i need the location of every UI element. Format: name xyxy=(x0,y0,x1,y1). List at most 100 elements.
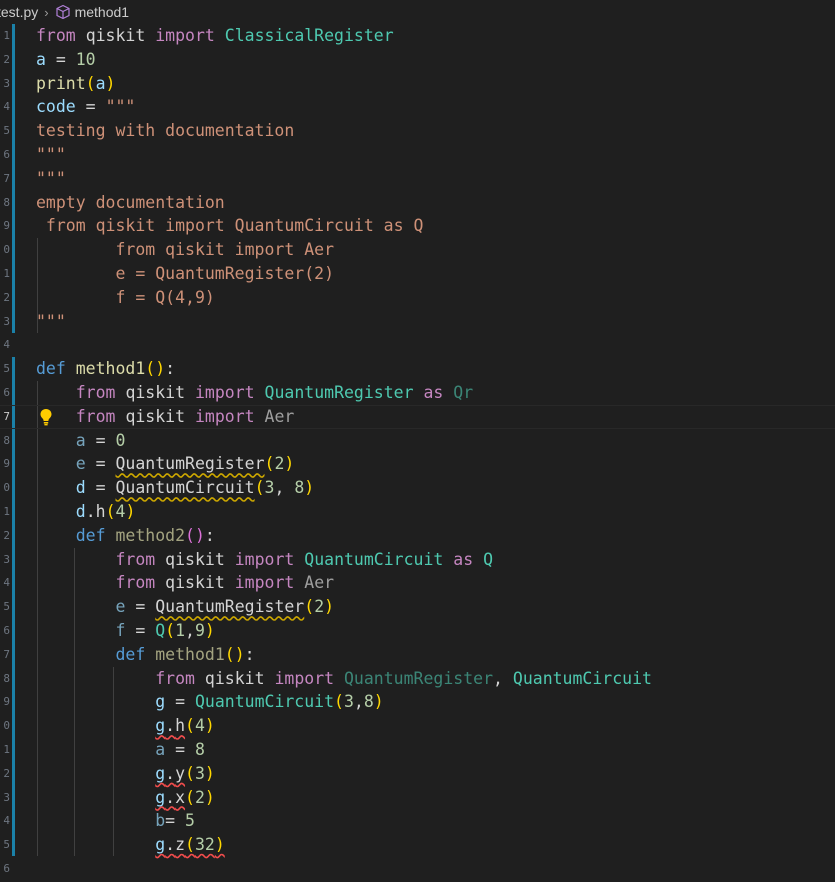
code-line[interactable]: empty documentation xyxy=(36,191,835,215)
code-line[interactable]: def method1(): xyxy=(36,643,835,667)
token: import xyxy=(234,549,295,569)
breadcrumb-symbol-label: method1 xyxy=(74,4,130,20)
code-line[interactable]: """ xyxy=(36,143,835,167)
token: QuantumCircuit xyxy=(304,549,444,569)
token: 0 xyxy=(115,430,126,450)
breadcrumb-file[interactable]: test.py xyxy=(0,4,38,20)
code-line[interactable]: """ xyxy=(36,167,835,191)
token: QuantumCircuit xyxy=(115,478,255,498)
token: d xyxy=(75,478,86,498)
token: import xyxy=(194,382,255,402)
token: ( xyxy=(85,73,96,93)
code-line[interactable]: g.y(3) xyxy=(36,762,835,786)
code-line[interactable]: g.x(2) xyxy=(36,786,835,810)
token: b xyxy=(155,811,166,831)
line-number: 4 xyxy=(3,576,10,590)
token: = xyxy=(45,49,76,69)
code-line[interactable]: from qiskit import QuantumRegister, Quan… xyxy=(36,667,835,691)
code-line[interactable]: code = """ xyxy=(36,95,835,119)
code-line-empty[interactable] xyxy=(36,333,835,357)
token: QuantumRegister xyxy=(115,454,265,474)
code-line[interactable]: e = QuantumRegister(2) xyxy=(36,262,835,286)
line-number: 9 xyxy=(3,457,10,471)
code-editor[interactable]: 1 2 3 4 5 6 7 8 9 0 1 2 3 4 5 6 7 8 9 0 … xyxy=(0,24,835,882)
token: method1 xyxy=(75,359,146,379)
token: 5 xyxy=(185,811,195,831)
code-line[interactable]: g = QuantumCircuit(3,8) xyxy=(36,690,835,714)
token: qiskit xyxy=(165,573,225,593)
token: h xyxy=(95,501,106,521)
token: 3 xyxy=(264,478,275,498)
code-line[interactable]: b= 5 xyxy=(36,809,835,833)
breadcrumb-symbol[interactable]: method1 xyxy=(55,4,129,20)
token: Aer xyxy=(264,406,295,426)
line-number: 7 xyxy=(3,647,10,661)
token: a xyxy=(155,739,166,759)
code-line[interactable]: f = Q(1,9) xyxy=(36,619,835,643)
code-lines[interactable]: from qiskit import ClassicalRegister a =… xyxy=(0,24,835,881)
code-line[interactable]: a = 8 xyxy=(36,738,835,762)
code-line[interactable]: from qiskit import Aer xyxy=(36,571,835,595)
line-number: 6 xyxy=(3,385,10,399)
code-line[interactable]: d = QuantumCircuit(3, 8) xyxy=(36,476,835,500)
token: . xyxy=(85,501,96,521)
token: from xyxy=(75,406,116,426)
token: = xyxy=(85,430,116,450)
code-line[interactable]: f = Q(4,9) xyxy=(36,286,835,310)
token: x xyxy=(175,787,186,807)
code-line[interactable]: d.h(4) xyxy=(36,500,835,524)
code-line[interactable]: g.z(32) xyxy=(36,833,835,857)
code-line[interactable]: from qiskit import ClassicalRegister xyxy=(36,24,835,48)
code-line-current[interactable]: from qiskit import Aer xyxy=(0,404,835,429)
code-line[interactable]: a = 10 xyxy=(36,48,835,72)
code-line[interactable]: testing with documentation xyxy=(36,119,835,143)
token: 4 xyxy=(194,716,205,736)
token: ( xyxy=(334,692,344,712)
token: ( xyxy=(145,359,156,379)
code-line[interactable]: from qiskit import QuantumCircuit as Q xyxy=(36,214,835,238)
token: 8 xyxy=(363,692,374,712)
code-line[interactable]: a = 0 xyxy=(36,429,835,453)
token: 10 xyxy=(75,49,96,69)
code-line[interactable]: print(a) xyxy=(36,72,835,96)
token: : xyxy=(204,525,215,545)
modified-lines-marker[interactable] xyxy=(12,24,15,333)
code-line[interactable]: e = QuantumRegister(2) xyxy=(36,595,835,619)
code-line[interactable]: g.h(4) xyxy=(36,714,835,738)
code-line-empty[interactable] xyxy=(36,857,835,881)
code-line[interactable]: from qiskit import Aer xyxy=(36,238,835,262)
token: g xyxy=(155,787,166,807)
code-line[interactable]: from qiskit import QuantumCircuit as Q xyxy=(36,548,835,572)
token: ) xyxy=(304,478,315,498)
token: ( xyxy=(185,763,195,783)
token: Q xyxy=(155,620,166,640)
code-line[interactable]: def method2(): xyxy=(36,524,835,548)
modified-lines-marker[interactable] xyxy=(12,357,15,856)
token: Qr xyxy=(453,382,474,402)
line-number: 3 xyxy=(3,314,10,328)
code-line[interactable]: """ xyxy=(36,310,835,334)
token: ) xyxy=(204,620,215,640)
token: 2 xyxy=(314,597,325,617)
line-number: 4 xyxy=(3,814,10,828)
code-line[interactable]: def method1(): xyxy=(36,357,835,381)
lightbulb-icon[interactable] xyxy=(38,408,54,426)
token: y xyxy=(175,763,186,783)
code-line[interactable]: e = QuantumRegister(2) xyxy=(36,452,835,476)
code-line[interactable]: from qiskit import QuantumRegister as Qr xyxy=(36,381,835,405)
token: 32 xyxy=(194,835,215,855)
line-number: 1 xyxy=(3,266,10,280)
line-number: 0 xyxy=(3,481,10,495)
